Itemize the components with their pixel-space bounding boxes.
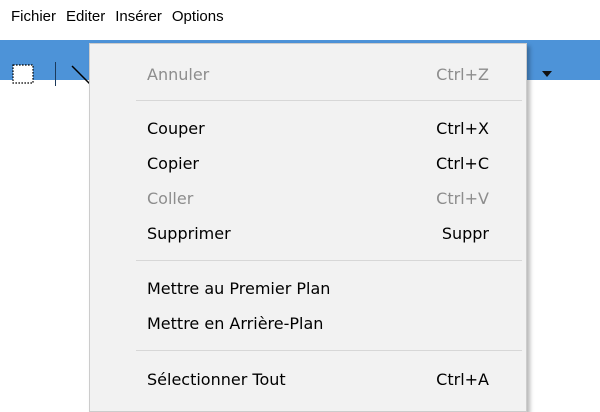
menu-separator	[136, 350, 522, 351]
menu-editer[interactable]: Editer	[61, 4, 111, 30]
menu-item-label: Couper	[147, 119, 205, 138]
toolbar-separator	[55, 62, 56, 86]
menu-item-label: Sélectionner Tout	[147, 370, 286, 389]
selection-rectangle-icon[interactable]	[12, 64, 34, 84]
menu-item-annuler[interactable]: Annuler Ctrl+Z	[91, 57, 525, 92]
menu-item-coller[interactable]: Coller Ctrl+V	[91, 181, 525, 216]
menu-item-supprimer[interactable]: Supprimer Suppr	[91, 216, 525, 251]
menu-item-shortcut: Ctrl+A	[436, 370, 489, 389]
menu-item-label: Annuler	[147, 65, 210, 84]
menu-fichier[interactable]: Fichier	[6, 4, 61, 30]
menu-item-label: Supprimer	[147, 224, 231, 243]
menu-options[interactable]: Options	[167, 4, 229, 30]
menu-bar: Fichier Editer Insérer Options	[0, 0, 600, 40]
menu-separator	[136, 260, 522, 261]
menu-item-label: Copier	[147, 154, 199, 173]
menu-inserer[interactable]: Insérer	[110, 4, 167, 30]
menu-item-label: Mettre en Arrière-Plan	[147, 314, 324, 333]
menu-item-shortcut: Suppr	[441, 224, 489, 243]
menu-item-selectionner-tout[interactable]: Sélectionner Tout Ctrl+A	[91, 362, 525, 397]
menu-item-label: Mettre au Premier Plan	[147, 279, 331, 298]
menu-item-shortcut: Ctrl+X	[436, 119, 489, 138]
menu-separator	[136, 100, 522, 101]
menu-item-couper[interactable]: Couper Ctrl+X	[91, 111, 525, 146]
menu-item-shortcut: Ctrl+Z	[436, 65, 489, 84]
menu-item-premier-plan[interactable]: Mettre au Premier Plan	[91, 271, 525, 306]
menu-item-label: Coller	[147, 189, 194, 208]
menu-item-shortcut: Ctrl+V	[436, 189, 489, 208]
edit-menu: Annuler Ctrl+Z Couper Ctrl+X Copier Ctrl…	[89, 43, 527, 412]
menu-item-copier[interactable]: Copier Ctrl+C	[91, 146, 525, 181]
line-tool-icon[interactable]	[70, 64, 90, 84]
dropdown-arrow-icon[interactable]	[540, 68, 554, 80]
menu-item-arriere-plan[interactable]: Mettre en Arrière-Plan	[91, 306, 525, 341]
menu-item-shortcut: Ctrl+C	[435, 154, 489, 173]
